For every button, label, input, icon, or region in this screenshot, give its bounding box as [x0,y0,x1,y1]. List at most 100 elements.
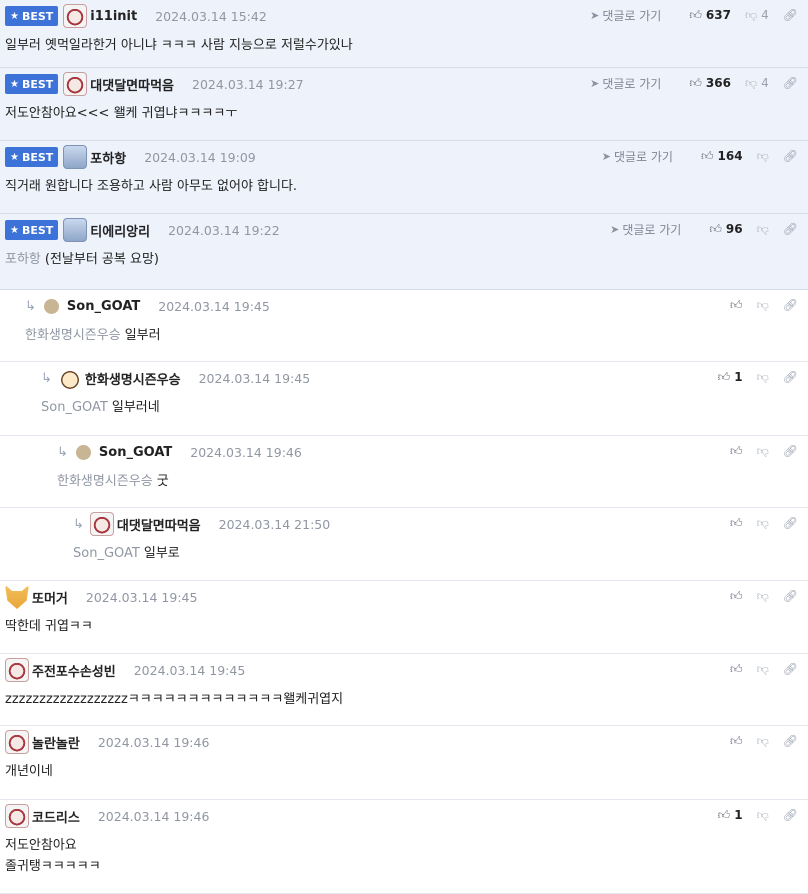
best-label: BEST [21,77,54,91]
dot-avatar-icon[interactable] [43,298,59,314]
mention-link[interactable]: 한화생명시즌우승 [25,328,121,343]
comment-text: zzzzzzzzzzzzzzzzzzㅋㅋㅋㅋㅋㅋㅋㅋㅋㅋㅋㅋㅋ왤케귀엽지 [5,692,344,707]
thumbs-up-icon: 👍︎ [730,661,743,676]
author-name[interactable]: i11init [90,9,137,24]
face-avatar-icon[interactable] [5,804,29,828]
goto-comment-link[interactable]: ➤ 댓글로 가기 [590,75,661,92]
comment-text: 일부러 [124,328,161,343]
thumbs-up-icon: 👍︎ [730,733,743,748]
upvote-button[interactable]: 👍︎ [730,444,743,459]
mention-link[interactable]: 한화생명시즌우승 [57,474,153,489]
upvote-button[interactable]: 👍︎ 366 [689,76,731,91]
upvote-button[interactable]: 👍︎ [730,298,743,313]
author-name[interactable]: 놀란놀란 [32,733,80,752]
author-name[interactable]: 티에리앙리 [90,221,150,240]
robot-avatar-icon[interactable] [63,145,88,169]
author-name[interactable]: 코드리스 [32,807,80,826]
robot-avatar-icon[interactable] [63,218,88,242]
star-icon: ★ [10,10,19,22]
downvote-button[interactable]: 👎︎ [757,808,769,823]
goto-comment-link[interactable]: ➤ 댓글로 가기 [610,221,681,238]
share-link-button[interactable]: 🔗︎ [783,149,798,163]
upvote-button[interactable]: 👍︎ 1 [718,370,743,385]
thumbs-up-icon: 👍︎ [709,221,722,236]
share-link-button[interactable]: 🔗︎ [783,298,798,312]
link-icon: 🔗︎ [782,734,798,748]
mention-link[interactable]: Son_GOAT [73,546,140,561]
author-name[interactable]: 대댓달면따먹음 [117,515,201,534]
share-link-button[interactable]: 🔗︎ [783,8,798,22]
thumbs-down-icon: 👎︎ [756,588,769,603]
dot-avatar-icon[interactable] [75,444,91,460]
face-avatar-icon[interactable] [5,658,29,682]
fox-avatar-icon[interactable] [5,585,29,609]
upvote-button[interactable]: 👍︎ [730,516,743,531]
downvote-button[interactable]: 👎︎ [757,370,769,385]
share-link-button[interactable]: 🔗︎ [783,370,798,384]
thumbs-down-icon: 👎︎ [756,733,769,748]
upvote-button[interactable]: 👍︎ [730,662,743,677]
thumbs-down-icon: 👎︎ [756,221,769,236]
author-name[interactable]: 대댓달면따먹음 [90,75,174,94]
author-name[interactable]: 한화생명시즌우승 [85,369,181,388]
dog-avatar-icon[interactable] [57,366,82,390]
face-avatar-icon[interactable] [89,512,114,536]
share-link-button[interactable]: 🔗︎ [783,516,798,530]
upvote-button[interactable]: 👍︎ [730,734,743,749]
comment-actions: ➤ 댓글로 가기 👍︎ 164 👎︎ 🔗︎ [602,147,798,165]
mention-link[interactable]: 포하항 [5,252,41,267]
share-link-button[interactable]: 🔗︎ [783,444,798,458]
share-link-button[interactable]: 🔗︎ [783,222,798,236]
comment-meta: ★ BEST 대댓달면따먹음 2024.03.14 19:27 [5,72,304,96]
comment-date: 2024.03.14 19:45 [198,370,311,386]
link-icon: 🔗︎ [782,298,798,312]
share-link-button[interactable]: 🔗︎ [783,734,798,748]
upvote-button[interactable]: 👍︎ 96 [709,222,742,237]
share-link-button[interactable]: 🔗︎ [783,76,798,90]
author-name[interactable]: Son_GOAT [67,299,140,314]
share-link-button[interactable]: 🔗︎ [783,589,798,603]
best-badge: ★ BEST [5,220,59,240]
downvote-button[interactable]: 👎︎ [757,222,769,237]
comment-text: 굿 [156,474,169,489]
comment-text-line-2: 졸귀탱ㅋㅋㅋㅋㅋ [5,859,101,874]
face-avatar-icon[interactable] [63,4,88,28]
comment-item: ↳ Son_GOAT 2024.03.14 19:45 한화생명시즌우승 일부러 👍︎ 👎︎… [0,290,808,362]
best-label: BEST [21,150,54,164]
share-link-button[interactable]: 🔗︎ [783,808,798,822]
goto-comment-link[interactable]: ➤ 댓글로 가기 [590,7,661,24]
downvote-button[interactable]: 👎︎ [757,298,769,313]
upvote-button[interactable]: 👍︎ 1 [718,808,743,823]
comment-actions: 👍︎ 1 👎︎ 🔗︎ [704,806,798,824]
downvote-button[interactable]: 👎︎ [757,734,769,749]
author-name[interactable]: Son_GOAT [99,445,172,460]
downvote-button[interactable]: 👎︎ [757,516,769,531]
author-name[interactable]: 또머거 [32,588,68,607]
link-icon: 🔗︎ [782,8,798,22]
thumbs-down-icon: 👎︎ [744,75,758,90]
link-icon: 🔗︎ [782,589,798,603]
downvote-button[interactable]: 👎︎ 4 [745,8,769,23]
mention-link[interactable]: Son_GOAT [41,400,108,415]
author-name[interactable]: 포하항 [90,148,126,167]
upvote-button[interactable]: 👍︎ [730,589,743,604]
face-avatar-icon[interactable] [5,730,29,754]
comment-actions: 👍︎ 👎︎ 🔗︎ [716,660,798,678]
link-icon: 🔗︎ [782,222,798,236]
comment-item: ↳ 한화생명시즌우승 2024.03.14 19:45 Son_GOAT 일부러네 👍︎ 1… [0,362,808,436]
comment-item: ★ BEST 티에리앙리 2024.03.14 19:22 포하항 (전날부터 공복 요망… [0,214,808,290]
face-avatar-icon[interactable] [63,72,88,96]
downvote-button[interactable]: 👎︎ [757,444,769,459]
author-name[interactable]: 주전포수손성빈 [32,661,116,680]
downvote-button[interactable]: 👎︎ [757,662,769,677]
downvote-button[interactable]: 👎︎ 4 [745,76,769,91]
share-link-button[interactable]: 🔗︎ [783,662,798,676]
downvote-button[interactable]: 👎︎ [757,589,769,604]
goto-comment-link[interactable]: ➤ 댓글로 가기 [602,148,673,165]
upvote-count: 164 [717,149,743,163]
comment-date: 2024.03.14 19:22 [168,222,280,238]
upvote-button[interactable]: 👍︎ 164 [701,149,743,164]
upvote-button[interactable]: 👍︎ 637 [689,8,731,23]
comment-text: 일부로 [143,546,180,561]
downvote-button[interactable]: 👎︎ [757,149,769,164]
